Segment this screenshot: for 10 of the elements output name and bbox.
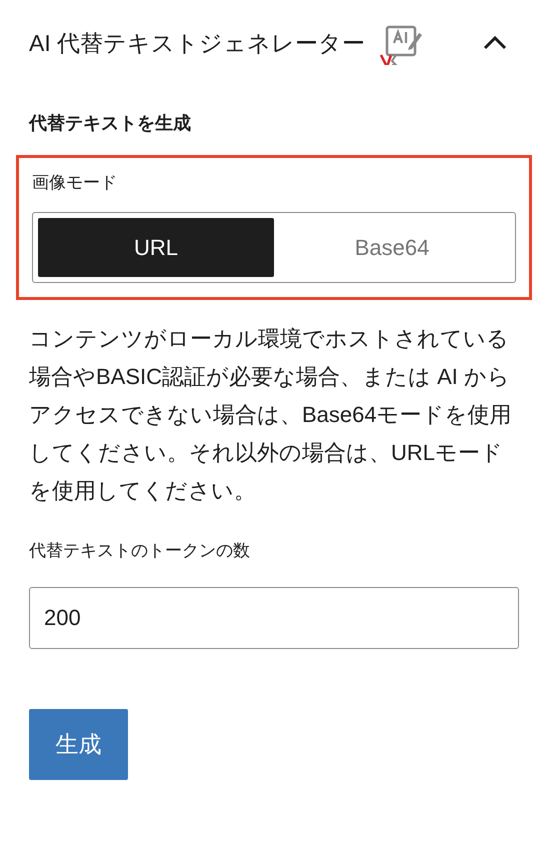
help-text: コンテンツがローカル環境でホストされている場合やBASIC認証が必要な場合、または AI からアクセスできない場合は、Base64モードを使用してください。それ以外の場合は、URLモードを使用してください。: [28, 324, 513, 504]
number-field[interactable]: 200: [29, 587, 519, 649]
section-heading: 代替テキストを生成: [28, 112, 192, 135]
field-label: 画像モード: [32, 172, 118, 194]
panel-title: AI 代替テキストジェネレーター: [29, 28, 366, 58]
collapse-toggle[interactable]: [482, 35, 508, 51]
mode-option[interactable]: Base64: [274, 218, 510, 276]
generate-button[interactable]: 生成: [29, 709, 128, 780]
field-label: 代替テキストのトークンの数: [28, 540, 251, 562]
mode-option[interactable]: URL: [38, 218, 274, 276]
